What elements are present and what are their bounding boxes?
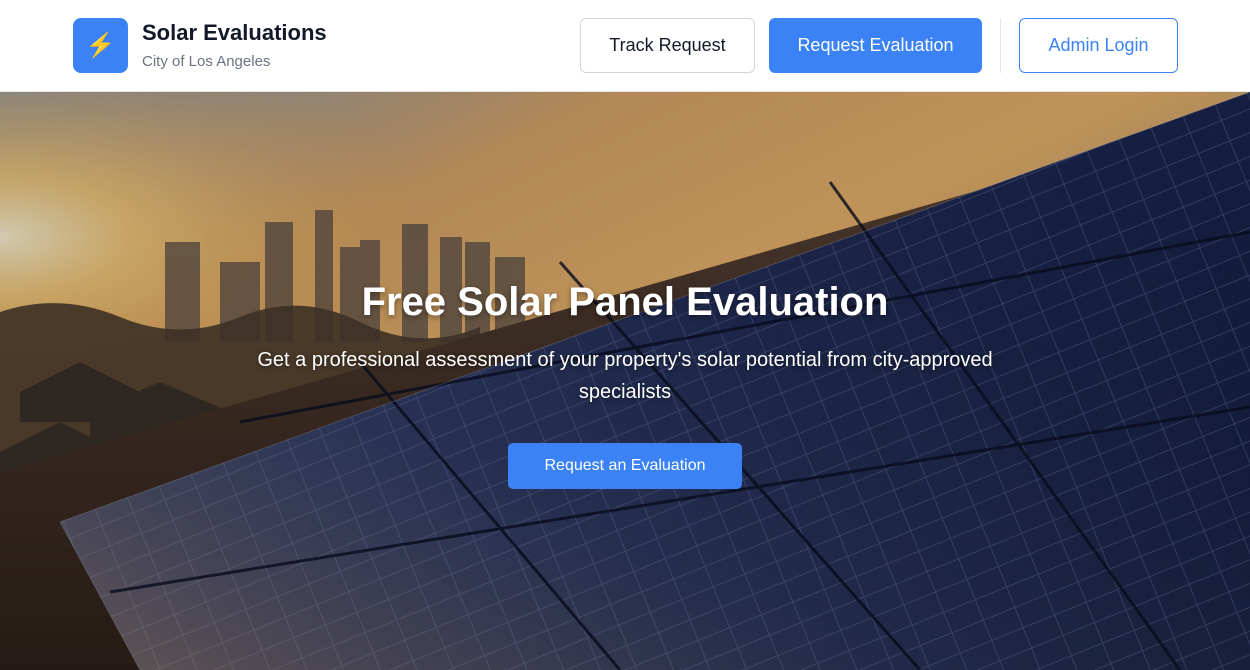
site-subtitle: City of Los Angeles (142, 53, 271, 70)
track-request-button[interactable]: Track Request (580, 18, 755, 73)
hero-title: Free Solar Panel Evaluation (361, 280, 889, 324)
nav-divider (1000, 18, 1001, 73)
admin-login-button[interactable]: Admin Login (1019, 18, 1178, 73)
hero-subtitle: Get a professional assessment of your pr… (257, 349, 993, 403)
lightning-bolt-icon: ⚡ (85, 31, 116, 59)
request-an-evaluation-button[interactable]: Request an Evaluation (508, 443, 742, 489)
logo[interactable]: ⚡ (73, 18, 128, 73)
site-header: ⚡ Solar Evaluations City of Los Angeles … (0, 0, 1250, 92)
site-title[interactable]: Solar Evaluations (142, 20, 327, 46)
hero-section: Free Solar Panel Evaluation Get a profes… (0, 92, 1250, 670)
request-evaluation-button[interactable]: Request Evaluation (769, 18, 982, 73)
